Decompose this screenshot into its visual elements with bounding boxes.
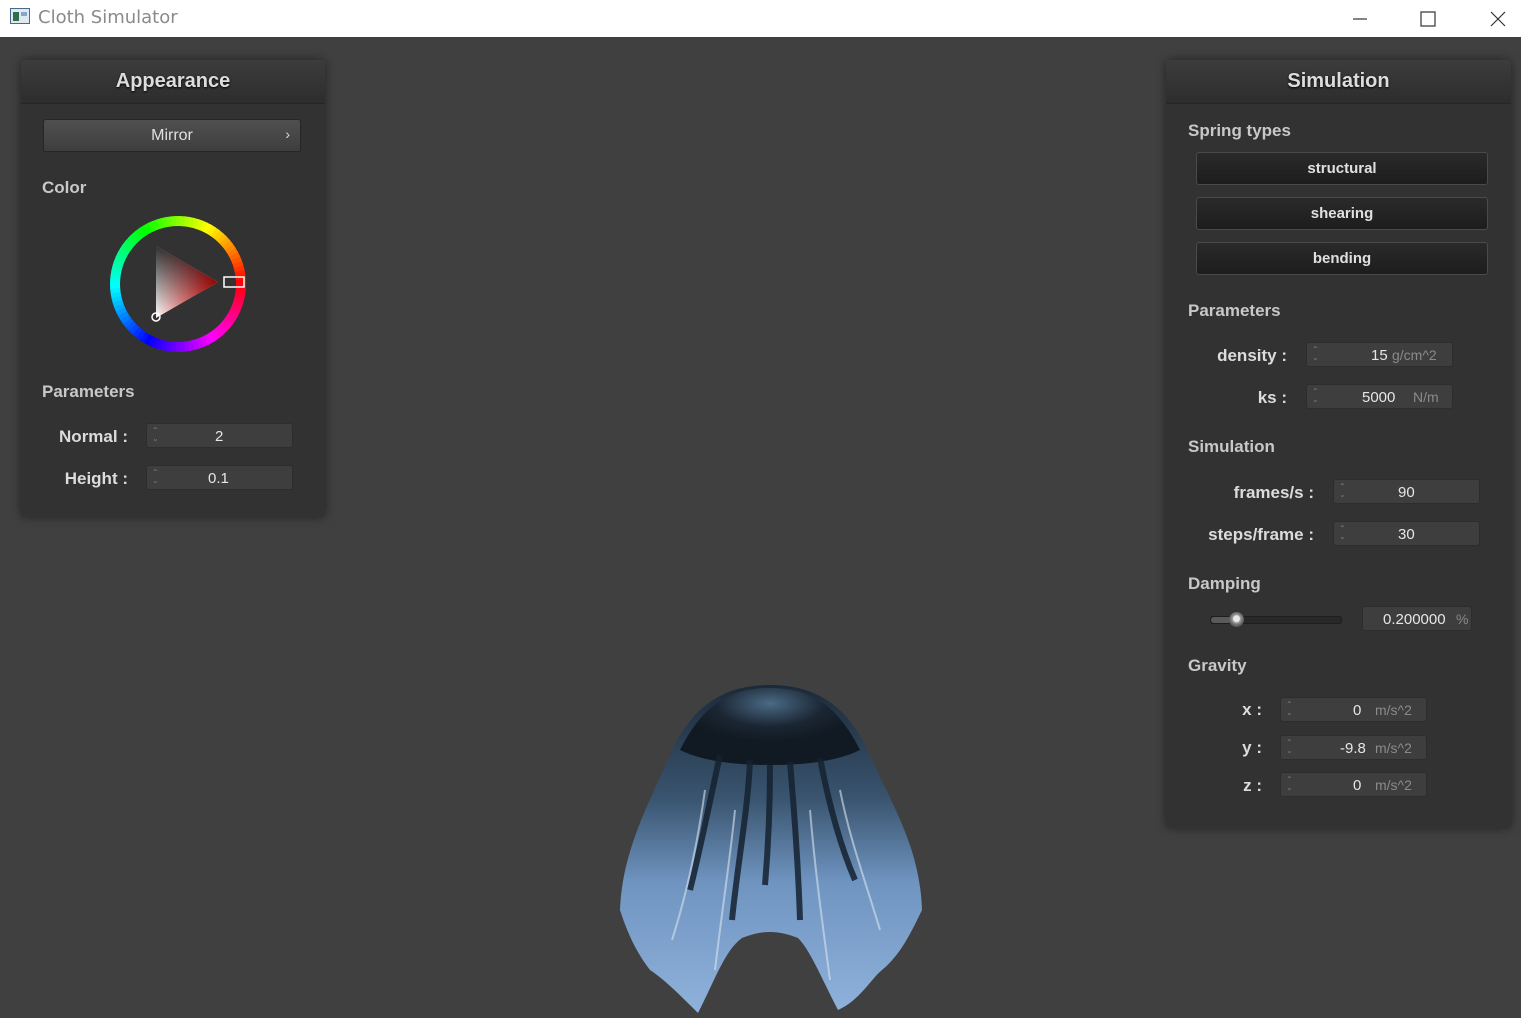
gravity-x-unit: m/s^2 bbox=[1375, 702, 1412, 718]
appearance-panel-title[interactable]: Appearance bbox=[21, 60, 325, 104]
gravity-y-input[interactable]: ⌃ ⌄ -9.8 m/s^2 bbox=[1280, 735, 1427, 760]
spinner-icon[interactable]: ⌃ ⌄ bbox=[152, 427, 159, 443]
color-section-label: Color bbox=[42, 178, 87, 197]
density-value: 15 bbox=[1371, 347, 1388, 364]
minimize-icon bbox=[1353, 17, 1367, 20]
spinner-icon[interactable]: ⌃ ⌄ bbox=[1286, 776, 1293, 792]
ks-label: ks : bbox=[1257, 388, 1287, 407]
simulation-section-label: Simulation bbox=[1188, 437, 1275, 456]
gravity-z-unit: m/s^2 bbox=[1375, 777, 1412, 793]
spinner-icon[interactable]: ⌃ ⌄ bbox=[1286, 701, 1293, 717]
sim-parameters-label: Parameters bbox=[1188, 301, 1281, 320]
damping-value: 0.200000 bbox=[1383, 611, 1446, 628]
color-wheel[interactable] bbox=[108, 214, 246, 352]
density-unit: g/cm^2 bbox=[1392, 347, 1437, 363]
density-label: density : bbox=[1217, 346, 1287, 365]
spring-types-label: Spring types bbox=[1188, 121, 1291, 140]
spinner-icon[interactable]: ⌃ ⌄ bbox=[1286, 739, 1293, 755]
gravity-z-value: 0 bbox=[1353, 777, 1362, 794]
frames-per-second-input[interactable]: ⌃ ⌄ 90 bbox=[1333, 479, 1480, 504]
damping-slider[interactable] bbox=[1210, 612, 1342, 627]
maximize-icon bbox=[1420, 10, 1436, 27]
damping-label: Damping bbox=[1188, 574, 1261, 593]
frames-per-second-label: frames/s : bbox=[1233, 483, 1314, 502]
chevron-right-icon: › bbox=[285, 126, 290, 142]
normal-label: Normal : bbox=[59, 427, 128, 446]
normal-input[interactable]: ⌃ ⌄ 2 bbox=[146, 423, 293, 448]
shader-dropdown[interactable]: Mirror › bbox=[43, 119, 301, 152]
ks-value: 5000 bbox=[1362, 389, 1396, 406]
gravity-x-value: 0 bbox=[1353, 702, 1362, 719]
spinner-icon[interactable]: ⌃ ⌄ bbox=[152, 469, 159, 485]
damping-unit: % bbox=[1456, 611, 1469, 627]
shader-dropdown-label: Mirror bbox=[151, 126, 193, 144]
structural-toggle[interactable]: structural bbox=[1196, 152, 1488, 185]
appearance-parameters-label: Parameters bbox=[42, 382, 135, 401]
maximize-button[interactable] bbox=[1393, 0, 1463, 37]
gravity-y-value: -9.8 bbox=[1340, 740, 1366, 757]
simulation-panel-title[interactable]: Simulation bbox=[1166, 60, 1511, 104]
steps-per-frame-label: steps/frame : bbox=[1208, 525, 1314, 544]
spinner-icon[interactable]: ⌃ ⌄ bbox=[1339, 483, 1346, 499]
minimize-button[interactable] bbox=[1325, 0, 1395, 37]
height-value: 0.1 bbox=[208, 470, 229, 487]
normal-value: 2 bbox=[215, 428, 224, 445]
density-input[interactable]: ⌃ ⌄ 15 g/cm^2 bbox=[1306, 342, 1453, 367]
close-button[interactable] bbox=[1463, 0, 1521, 37]
close-icon bbox=[1490, 11, 1506, 26]
window-titlebar: Cloth Simulator bbox=[0, 0, 1521, 37]
gravity-z-input[interactable]: ⌃ ⌄ 0 m/s^2 bbox=[1280, 772, 1427, 797]
gravity-x-label: x : bbox=[1242, 700, 1262, 719]
appearance-panel: Appearance Mirror › Color Parameters Nor… bbox=[21, 60, 325, 517]
gravity-z-label: z : bbox=[1243, 776, 1262, 795]
simulation-panel: Simulation Spring types structural shear… bbox=[1166, 60, 1511, 828]
gravity-label: Gravity bbox=[1188, 656, 1247, 675]
gravity-y-label: y : bbox=[1242, 738, 1262, 757]
frames-per-second-value: 90 bbox=[1398, 484, 1415, 501]
height-input[interactable]: ⌃ ⌄ 0.1 bbox=[146, 465, 293, 490]
damping-input[interactable]: 0.200000 % bbox=[1362, 606, 1472, 631]
gravity-x-input[interactable]: ⌃ ⌄ 0 m/s^2 bbox=[1280, 697, 1427, 722]
ks-unit: N/m bbox=[1413, 389, 1439, 405]
ks-input[interactable]: ⌃ ⌄ 5000 N/m bbox=[1306, 384, 1453, 409]
app-icon bbox=[10, 8, 30, 24]
damping-slider-handle[interactable] bbox=[1229, 612, 1244, 627]
spinner-icon[interactable]: ⌃ ⌄ bbox=[1312, 346, 1319, 362]
cloth-mesh-render[interactable] bbox=[610, 680, 930, 1018]
window-title: Cloth Simulator bbox=[38, 7, 178, 28]
steps-per-frame-input[interactable]: ⌃ ⌄ 30 bbox=[1333, 521, 1480, 546]
gravity-y-unit: m/s^2 bbox=[1375, 740, 1412, 756]
shearing-toggle[interactable]: shearing bbox=[1196, 197, 1488, 230]
steps-per-frame-value: 30 bbox=[1398, 526, 1415, 543]
spinner-icon[interactable]: ⌃ ⌄ bbox=[1339, 525, 1346, 541]
height-label: Height : bbox=[64, 469, 128, 488]
bending-toggle[interactable]: bending bbox=[1196, 242, 1488, 275]
spinner-icon[interactable]: ⌃ ⌄ bbox=[1312, 388, 1319, 404]
